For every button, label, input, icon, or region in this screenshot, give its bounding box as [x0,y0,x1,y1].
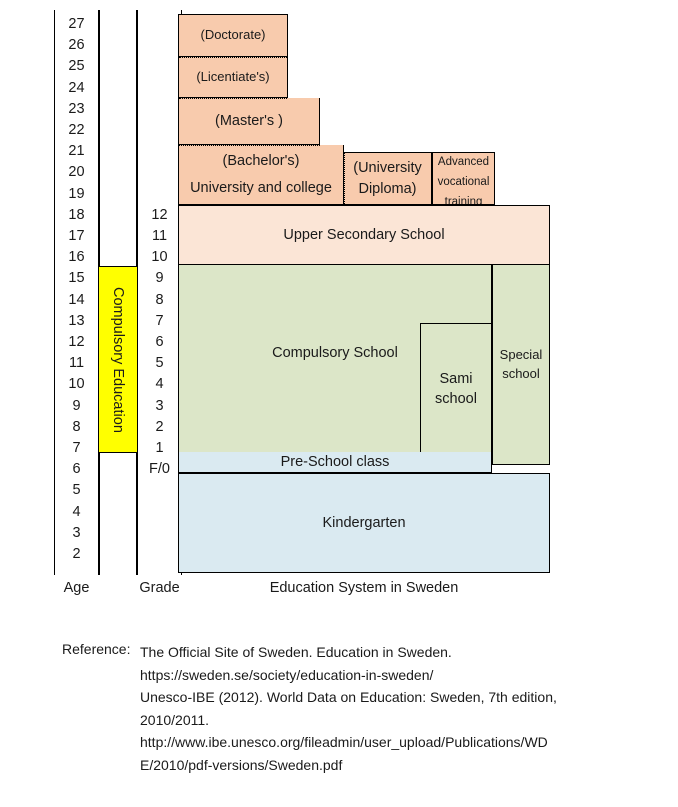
masters-bachelors-divider [179,145,320,146]
sami-school-label-line2: school [435,391,477,407]
pre-school-class-label: Pre-School class [280,453,390,470]
grade-tick-4: 4 [155,376,164,393]
university-diploma-label-line2: Diploma) [358,180,417,197]
doctorate-label: (Doctorate) [200,27,266,43]
special-school-label-line2: school [502,365,540,381]
kindergarten-label: Kindergarten [322,514,406,531]
age-tick-19: 19 [68,185,85,202]
grade-tick-3: 3 [155,397,164,414]
compulsory-school-label: Compulsory School [272,345,398,362]
education-system-diagram: 27 26 25 24 23 22 21 20 19 18 17 16 15 14 13 12 11 10 9 8 7 6… [0,0,678,807]
grade-tick-11: 11 [151,228,168,244]
age-tick-5: 5 [72,482,81,499]
grade-tick-7: 7 [155,312,164,329]
age-tick-11: 11 [68,355,85,372]
bachelors-university-block: (Bachelor's) University and college [178,145,344,205]
age-tick-6: 6 [72,461,81,478]
grade-tick-5: 5 [155,355,164,372]
grade-axis-label: Grade [139,580,180,596]
sami-school-block: Sami school [420,323,492,455]
advanced-vocational-training-label-line1: Advanced [437,156,490,169]
age-tick-2: 2 [72,546,81,562]
reference-line-1: The Official Site of Sweden. Education i… [140,644,452,660]
age-tick-17: 17 [68,228,85,244]
reference-line-4: 2010/2011. [140,711,210,728]
pre-school-class-block: Pre-School class [178,452,492,473]
reference-line-3: Unesco-IBE (2012). World Data on Educati… [140,689,557,705]
compulsory-education-label: Compulsory Education [110,286,126,433]
licentiate-masters-divider [179,98,287,99]
university-diploma-left-divider [344,153,345,204]
age-tick-16: 16 [68,249,85,266]
age-tick-4: 4 [72,503,81,520]
university-diploma-block: (University Diploma) [344,152,432,205]
masters-block: (Master's ) [178,98,320,145]
age-tick-15: 15 [68,270,85,287]
grade-tick-1: 1 [155,440,164,456]
masters-label: (Master's ) [214,112,284,129]
grade-tick-2: 2 [155,418,164,435]
grade-tick-6: 6 [155,334,164,350]
grade-tick-10: 10 [151,249,168,266]
advanced-vocational-training-label-line3: training [444,195,483,205]
special-school-label-line1: Special [499,346,543,362]
grade-tick-F-0: F/0 [149,461,170,478]
age-tick-23: 23 [68,100,85,117]
upper-secondary-school-block: Upper Secondary School [178,205,550,265]
special-school-block: Special school [492,265,550,465]
age-tick-8: 8 [72,418,81,435]
age-tick-12: 12 [68,334,85,350]
age-tick-20: 20 [68,164,85,181]
age-tick-14: 14 [68,291,85,308]
university-diploma-label-line1: (University [353,160,422,177]
grade-tick-9: 9 [155,270,164,287]
kindergarten-block: Kindergarten [178,473,550,573]
reference-line-6: E/2010/pdf-versions/Sweden.pdf [140,756,343,773]
advanced-vocational-training-block: Advanced vocational training [432,152,495,205]
sami-school-label-line1: Sami [439,370,473,387]
doctorate-licentiate-divider [179,57,287,58]
age-tick-9: 9 [72,397,81,414]
compulsory-education-band: Compulsory Education [99,266,137,453]
licentiate-block: (Licentiate's) [178,57,288,98]
age-tick-26: 26 [68,37,85,54]
age-axis-label: Age [63,580,90,596]
bachelors-label: (Bachelor's) [222,153,300,170]
reference-line-5: http://www.ibe.unesco.org/fileadmin/user… [140,734,548,750]
age-tick-3: 3 [72,524,81,541]
age-tick-22: 22 [68,122,85,138]
age-tick-10: 10 [68,376,85,393]
doctorate-block: (Doctorate) [178,14,288,57]
age-tick-13: 13 [68,312,85,329]
upper-secondary-school-label: Upper Secondary School [283,226,445,243]
licentiate-label: (Licentiate's) [196,68,270,84]
university-and-college-label: University and college [190,179,332,196]
reference-label: Reference: [62,641,131,657]
grade-tick-8: 8 [155,291,164,308]
age-tick-21: 21 [68,143,85,160]
reference-text: The Official Site of Sweden. Education i… [140,641,610,776]
reference-line-2: https://sweden.se/society/education-in-s… [140,666,434,683]
age-tick-27: 27 [68,16,85,32]
grade-tick-12: 12 [151,206,168,223]
advanced-vocational-training-label-line2: vocational [437,176,490,189]
age-tick-7: 7 [72,440,81,456]
age-tick-24: 24 [68,79,85,96]
age-tick-18: 18 [68,206,85,223]
age-tick-25: 25 [68,58,85,75]
diagram-caption: Education System in Sweden [269,580,459,596]
